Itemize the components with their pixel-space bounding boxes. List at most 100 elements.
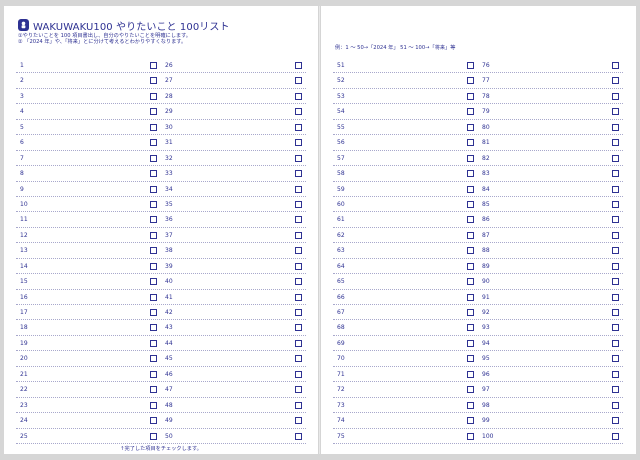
item-checkbox[interactable] bbox=[150, 324, 157, 332]
item-checkbox[interactable] bbox=[295, 417, 302, 425]
item-checkbox[interactable] bbox=[150, 278, 157, 286]
item-checkbox[interactable] bbox=[150, 139, 157, 147]
item-checkbox[interactable] bbox=[150, 309, 157, 316]
item-checkbox[interactable] bbox=[612, 77, 619, 85]
item-checkbox[interactable] bbox=[467, 324, 474, 332]
item-checkbox[interactable] bbox=[150, 355, 157, 363]
item-checkbox[interactable] bbox=[295, 262, 302, 270]
item-checkbox[interactable] bbox=[150, 108, 157, 116]
item-checkbox[interactable] bbox=[612, 139, 619, 147]
item-checkbox[interactable] bbox=[467, 154, 474, 162]
item-checkbox[interactable] bbox=[295, 216, 302, 224]
item-checkbox[interactable] bbox=[467, 278, 474, 286]
item-checkbox[interactable] bbox=[150, 216, 157, 224]
item-checkbox[interactable] bbox=[612, 386, 619, 394]
item-checkbox[interactable] bbox=[612, 216, 619, 224]
item-checkbox[interactable] bbox=[295, 185, 302, 193]
item-checkbox[interactable] bbox=[295, 200, 302, 208]
item-checkbox[interactable] bbox=[612, 401, 619, 409]
item-checkbox[interactable] bbox=[295, 401, 302, 409]
item-checkbox[interactable] bbox=[150, 417, 157, 425]
item-checkbox[interactable] bbox=[295, 278, 302, 286]
item-checkbox[interactable] bbox=[612, 108, 619, 116]
item-checkbox[interactable] bbox=[467, 417, 474, 425]
item-checkbox[interactable] bbox=[467, 170, 474, 178]
item-checkbox[interactable] bbox=[295, 139, 302, 147]
item-checkbox[interactable] bbox=[150, 185, 157, 193]
item-checkbox[interactable] bbox=[295, 62, 302, 69]
item-checkbox[interactable] bbox=[150, 123, 157, 131]
item-checkbox[interactable] bbox=[612, 123, 619, 131]
item-checkbox[interactable] bbox=[612, 262, 619, 270]
item-checkbox[interactable] bbox=[467, 401, 474, 409]
item-checkbox[interactable] bbox=[612, 92, 619, 100]
item-checkbox[interactable] bbox=[150, 92, 157, 100]
item-checkbox[interactable] bbox=[150, 262, 157, 270]
item-checkbox[interactable] bbox=[467, 92, 474, 100]
item-checkbox[interactable] bbox=[295, 231, 302, 239]
item-checkbox[interactable] bbox=[295, 293, 302, 301]
item-checkbox[interactable] bbox=[150, 77, 157, 85]
item-checkbox[interactable] bbox=[612, 432, 619, 440]
item-checkbox[interactable] bbox=[150, 401, 157, 409]
item-checkbox[interactable] bbox=[150, 293, 157, 301]
item-checkbox[interactable] bbox=[612, 339, 619, 347]
item-checkbox[interactable] bbox=[150, 247, 157, 255]
item-checkbox[interactable] bbox=[295, 324, 302, 332]
item-checkbox[interactable] bbox=[295, 432, 302, 440]
item-checkbox[interactable] bbox=[150, 170, 157, 178]
item-checkbox[interactable] bbox=[612, 278, 619, 286]
item-checkbox[interactable] bbox=[467, 216, 474, 224]
item-checkbox[interactable] bbox=[150, 386, 157, 394]
item-checkbox[interactable] bbox=[612, 355, 619, 363]
item-checkbox[interactable] bbox=[467, 108, 474, 116]
item-checkbox[interactable] bbox=[295, 355, 302, 363]
item-checkbox[interactable] bbox=[295, 386, 302, 394]
item-checkbox[interactable] bbox=[467, 339, 474, 347]
item-checkbox[interactable] bbox=[612, 200, 619, 208]
item-checkbox[interactable] bbox=[150, 370, 157, 378]
item-checkbox[interactable] bbox=[295, 154, 302, 162]
item-checkbox[interactable] bbox=[467, 200, 474, 208]
item-checkbox[interactable] bbox=[467, 386, 474, 394]
item-checkbox[interactable] bbox=[467, 247, 474, 255]
item-checkbox[interactable] bbox=[467, 293, 474, 301]
item-checkbox[interactable] bbox=[467, 309, 474, 316]
item-checkbox[interactable] bbox=[467, 123, 474, 131]
item-checkbox[interactable] bbox=[612, 293, 619, 301]
item-checkbox[interactable] bbox=[295, 339, 302, 347]
item-checkbox[interactable] bbox=[612, 154, 619, 162]
item-checkbox[interactable] bbox=[612, 62, 619, 69]
item-checkbox[interactable] bbox=[612, 247, 619, 255]
item-checkbox[interactable] bbox=[612, 324, 619, 332]
item-checkbox[interactable] bbox=[295, 77, 302, 85]
item-checkbox[interactable] bbox=[612, 417, 619, 425]
item-checkbox[interactable] bbox=[467, 262, 474, 270]
item-checkbox[interactable] bbox=[612, 185, 619, 193]
item-checkbox[interactable] bbox=[612, 309, 619, 316]
item-checkbox[interactable] bbox=[295, 123, 302, 131]
item-checkbox[interactable] bbox=[150, 231, 157, 239]
item-checkbox[interactable] bbox=[467, 370, 474, 378]
item-checkbox[interactable] bbox=[467, 231, 474, 239]
item-checkbox[interactable] bbox=[150, 200, 157, 208]
item-checkbox[interactable] bbox=[612, 170, 619, 178]
item-checkbox[interactable] bbox=[295, 170, 302, 178]
item-checkbox[interactable] bbox=[295, 92, 302, 100]
item-checkbox[interactable] bbox=[467, 185, 474, 193]
item-checkbox[interactable] bbox=[295, 370, 302, 378]
item-checkbox[interactable] bbox=[467, 77, 474, 85]
item-checkbox[interactable] bbox=[467, 432, 474, 440]
item-checkbox[interactable] bbox=[295, 108, 302, 116]
item-checkbox[interactable] bbox=[295, 247, 302, 255]
item-checkbox[interactable] bbox=[150, 339, 157, 347]
item-checkbox[interactable] bbox=[612, 231, 619, 239]
item-checkbox[interactable] bbox=[467, 62, 474, 69]
item-checkbox[interactable] bbox=[612, 370, 619, 378]
item-checkbox[interactable] bbox=[467, 139, 474, 147]
item-checkbox[interactable] bbox=[150, 154, 157, 162]
item-checkbox[interactable] bbox=[467, 355, 474, 363]
item-checkbox[interactable] bbox=[295, 309, 302, 316]
item-checkbox[interactable] bbox=[150, 432, 157, 440]
item-checkbox[interactable] bbox=[150, 62, 157, 69]
